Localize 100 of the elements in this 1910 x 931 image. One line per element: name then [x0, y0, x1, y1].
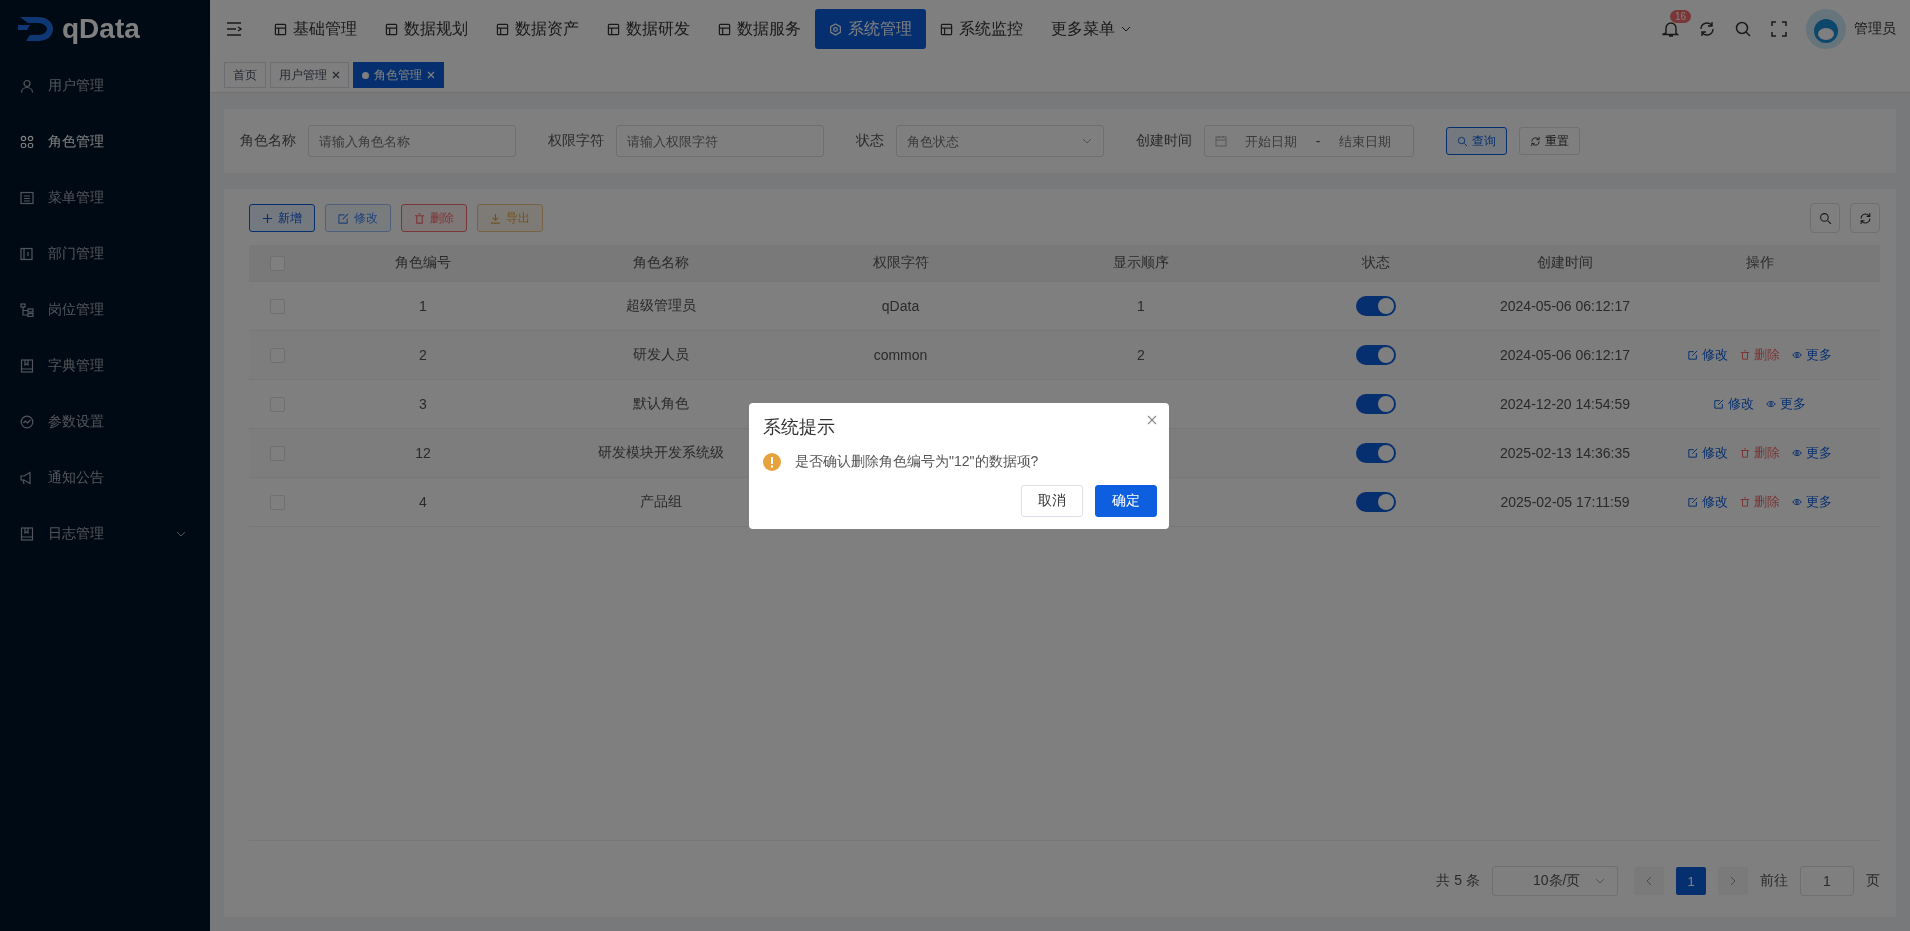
- nav-tab[interactable]: 数据规划: [371, 9, 482, 49]
- sidebar-item[interactable]: 参数设置: [0, 394, 210, 450]
- nav-tab[interactable]: 系统监控: [926, 9, 1037, 49]
- close-icon[interactable]: [1147, 415, 1157, 425]
- page-tab[interactable]: 用户管理: [270, 62, 349, 88]
- page-input[interactable]: 1: [1800, 866, 1854, 896]
- status-switch[interactable]: [1356, 394, 1396, 414]
- sidebar-item[interactable]: 通知公告: [0, 450, 210, 506]
- list-icon: [20, 191, 34, 205]
- status-switch[interactable]: [1356, 296, 1396, 316]
- edit-link[interactable]: 修改: [1688, 444, 1728, 462]
- nav-tab[interactable]: 数据服务: [704, 9, 815, 49]
- search-button[interactable]: [1810, 203, 1840, 233]
- notification-badge: 16: [1670, 10, 1692, 23]
- active-dot: [362, 71, 369, 79]
- book-icon: [20, 527, 34, 541]
- column-header: 状态: [1362, 254, 1390, 272]
- status-switch[interactable]: [1356, 492, 1396, 512]
- table-cell: 研发人员: [633, 346, 689, 364]
- eye-icon: [1766, 399, 1776, 409]
- search-button[interactable]: 查询: [1446, 127, 1507, 155]
- status-switch[interactable]: [1356, 345, 1396, 365]
- refresh-icon: [1858, 211, 1872, 225]
- avatar[interactable]: [1806, 9, 1846, 49]
- sidebar-item[interactable]: 菜单管理: [0, 170, 210, 226]
- total-count: 共 5 条: [1436, 872, 1480, 890]
- filter-label: 状态: [856, 132, 884, 150]
- add-button[interactable]: 新增: [249, 204, 315, 232]
- page-suffix: 页: [1866, 872, 1880, 890]
- page-tab[interactable]: 首页: [224, 62, 266, 88]
- page-number[interactable]: 1: [1676, 867, 1706, 895]
- more-link[interactable]: 更多: [1792, 444, 1832, 462]
- column-header: 操作: [1746, 254, 1774, 272]
- export-button[interactable]: 导出: [477, 204, 543, 232]
- delete-button[interactable]: 删除: [401, 204, 467, 232]
- sidebar-item[interactable]: 用户管理: [0, 58, 210, 114]
- search-icon: [1457, 135, 1468, 147]
- delete-link[interactable]: 删除: [1740, 493, 1780, 511]
- goto-label: 前往: [1760, 872, 1788, 890]
- menu-icon[interactable]: [226, 22, 242, 36]
- edit-icon: [1688, 497, 1698, 507]
- edit-icon: [1688, 350, 1698, 360]
- sidebar-item[interactable]: 字典管理: [0, 338, 210, 394]
- status-switch[interactable]: [1356, 443, 1396, 463]
- nav-tab[interactable]: 更多菜单: [1037, 9, 1145, 49]
- door-icon: [20, 247, 34, 261]
- table-cell: 默认角色: [633, 395, 689, 413]
- delete-link[interactable]: 删除: [1740, 346, 1780, 364]
- select-field[interactable]: 角色状态: [896, 125, 1104, 157]
- close-icon[interactable]: [332, 71, 340, 79]
- edit-link[interactable]: 修改: [1688, 346, 1728, 364]
- bell-icon[interactable]: [1662, 20, 1680, 38]
- user-name[interactable]: 管理员: [1854, 20, 1896, 38]
- column-header: 显示顺序: [1113, 254, 1169, 272]
- end-date-input[interactable]: 结束日期: [1326, 132, 1403, 150]
- table-cell: common: [873, 347, 928, 363]
- refresh-icon[interactable]: [1698, 20, 1716, 38]
- table-cell: qData: [881, 298, 920, 314]
- refresh-button[interactable]: [1850, 203, 1880, 233]
- page-tab[interactable]: 角色管理: [353, 62, 444, 88]
- page-size-select[interactable]: 10条/页: [1492, 866, 1618, 896]
- edit-link[interactable]: 修改: [1688, 493, 1728, 511]
- date-range-field[interactable]: 开始日期 - 结束日期: [1204, 125, 1414, 157]
- edit-link[interactable]: 修改: [1714, 395, 1754, 413]
- calendar-icon: [1215, 135, 1227, 147]
- column-header: 角色编号: [395, 254, 451, 272]
- nav-tab[interactable]: 数据研发: [593, 9, 704, 49]
- start-date-input[interactable]: 开始日期: [1233, 132, 1310, 150]
- button-icon: [414, 212, 425, 224]
- warning-icon: [763, 453, 781, 471]
- nav-tab[interactable]: 系统管理: [815, 9, 926, 49]
- table-cell: 12: [415, 445, 431, 461]
- sidebar-item[interactable]: 部门管理: [0, 226, 210, 282]
- reset-button[interactable]: 重置: [1519, 127, 1580, 155]
- grid-icon: [20, 135, 34, 149]
- more-link[interactable]: 更多: [1766, 395, 1806, 413]
- search-icon[interactable]: [1734, 20, 1752, 38]
- table-cell: 超级管理员: [626, 297, 696, 315]
- input-field[interactable]: 请输入角色名称: [308, 125, 516, 157]
- confirm-button[interactable]: 确定: [1095, 485, 1157, 517]
- eye-icon: [1792, 448, 1802, 458]
- sidebar-item[interactable]: 岗位管理: [0, 282, 210, 338]
- chevron-left-icon: [1646, 876, 1652, 886]
- sidebar-item[interactable]: 角色管理: [0, 114, 210, 170]
- table-cell: 2025-02-13 14:36:35: [1500, 445, 1630, 461]
- more-link[interactable]: 更多: [1792, 346, 1832, 364]
- button-icon: [490, 212, 501, 224]
- nav-tab[interactable]: 数据资产: [482, 9, 593, 49]
- sidebar-item[interactable]: 日志管理: [0, 506, 210, 562]
- column-header: 创建时间: [1537, 254, 1593, 272]
- chevron-down-icon: [1595, 878, 1605, 884]
- filter-label: 角色名称: [240, 132, 296, 150]
- delete-link[interactable]: 删除: [1740, 444, 1780, 462]
- nav-tab[interactable]: 基础管理: [260, 9, 371, 49]
- table-cell: 2: [419, 347, 427, 363]
- input-field[interactable]: 请输入权限字符: [616, 125, 824, 157]
- fullscreen-icon[interactable]: [1770, 20, 1788, 38]
- table-icon: [274, 22, 287, 36]
- cancel-button[interactable]: 取消: [1021, 485, 1083, 517]
- more-link[interactable]: 更多: [1792, 493, 1832, 511]
